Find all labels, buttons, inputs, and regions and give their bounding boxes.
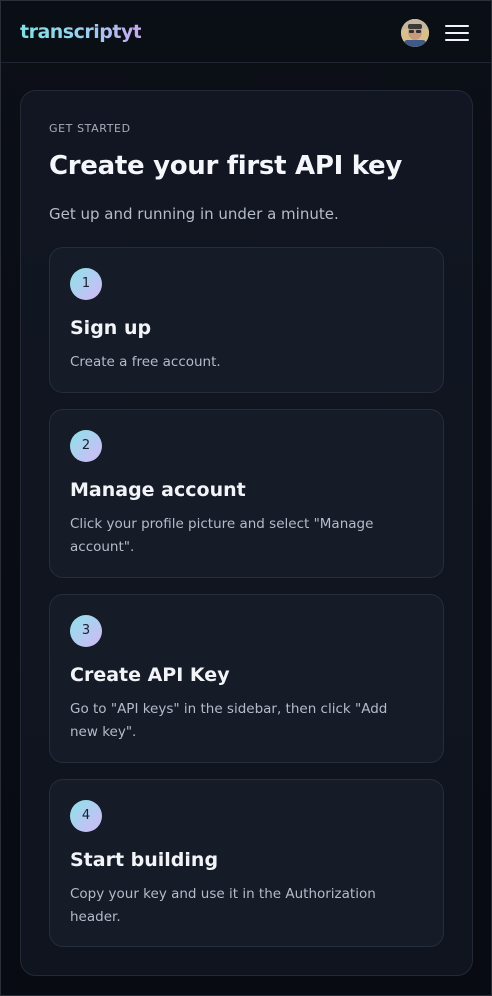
- avatar-image: [401, 19, 429, 47]
- step-description: Create a free account.: [70, 354, 221, 370]
- top-header: transcriptyt: [1, 1, 491, 63]
- get-started-card: GET STARTED Create your first API key Ge…: [20, 90, 473, 976]
- step-number-badge: 3: [70, 615, 102, 647]
- step-card-create-api-key: 3 Create API Key Go to "API keys" in the…: [49, 594, 444, 763]
- step-description: Go to "API keys" in the sidebar, then cl…: [70, 701, 388, 740]
- user-avatar[interactable]: [401, 19, 429, 47]
- step-number-badge: 4: [70, 800, 102, 832]
- step-number-badge: 2: [70, 430, 102, 462]
- hamburger-icon: [445, 25, 469, 27]
- step-title: Manage account: [70, 479, 246, 501]
- step-description: Copy your key and use it in the Authoriz…: [70, 886, 376, 925]
- page-title: Create your first API key: [49, 151, 402, 181]
- step-title: Start building: [70, 849, 219, 871]
- step-card-start-building: 4 Start building Copy your key and use i…: [49, 779, 444, 947]
- step-title: Create API Key: [70, 664, 230, 686]
- step-description: Click your profile picture and select "M…: [70, 516, 374, 555]
- step-number-badge: 1: [70, 268, 102, 300]
- app-frame: transcriptyt GET STARTED Create your fir…: [0, 0, 492, 996]
- step-title: Sign up: [70, 317, 152, 339]
- step-card-sign-up: 1 Sign up Create a free account.: [49, 247, 444, 393]
- step-card-manage-account: 2 Manage account Click your profile pict…: [49, 409, 444, 578]
- hamburger-menu-button[interactable]: [445, 24, 469, 42]
- page-subtitle: Get up and running in under a minute.: [49, 205, 339, 223]
- section-eyebrow: GET STARTED: [49, 122, 131, 135]
- brand-logo[interactable]: transcriptyt: [20, 21, 142, 43]
